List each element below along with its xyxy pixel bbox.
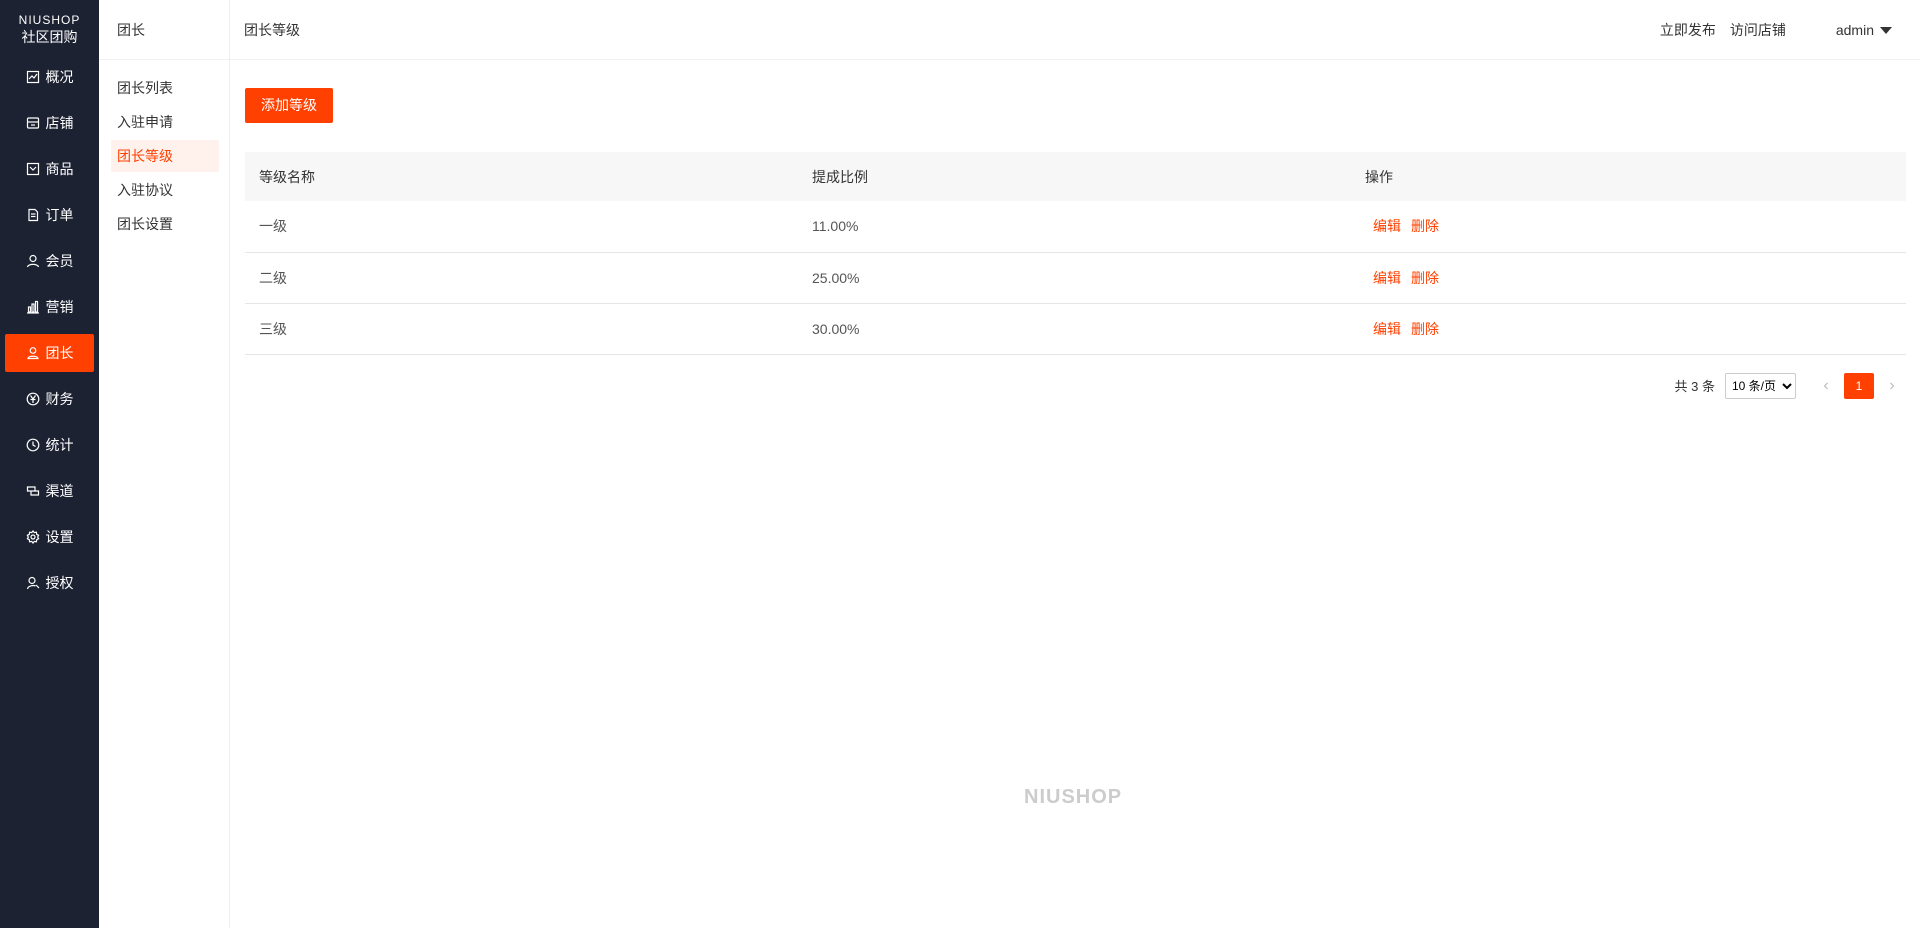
submenu-title: 团长 xyxy=(99,0,229,60)
user-name: admin xyxy=(1835,22,1874,38)
main-nav: NIUSHOP 社区团购 概况 店铺 商品 订单 会员 营销 团长 财务 统计 … xyxy=(0,0,99,928)
edit-link[interactable]: 编辑 xyxy=(1373,218,1401,234)
level-table: 等级名称 提成比例 操作 一级 11.00% 编辑 删除 二级 25.00% 编辑… xyxy=(245,152,1906,355)
delete-link[interactable]: 删除 xyxy=(1411,218,1439,234)
actions-cell: 编辑 删除 xyxy=(1351,201,1906,252)
nav-item-label: 会员 xyxy=(45,253,74,269)
brand-logo: NIUSHOP 社区团购 xyxy=(0,0,99,54)
level-name-cell: 三级 xyxy=(259,320,287,337)
nav-item-leader[interactable]: 团长 xyxy=(5,334,94,372)
publish-link[interactable]: 立即发布 xyxy=(1660,20,1716,40)
brand-subtitle: 社区团购 xyxy=(21,29,78,45)
nav-item-shop[interactable]: 店铺 xyxy=(5,104,94,142)
actions-cell: 编辑 删除 xyxy=(1351,252,1906,303)
caret-down-icon xyxy=(1880,26,1892,34)
key-user-icon xyxy=(26,576,40,590)
ratio-cell: 30.00% xyxy=(812,320,860,337)
total-count: 共 3 条 xyxy=(1674,379,1715,394)
clock-icon xyxy=(26,438,40,452)
column-header-actions: 操作 xyxy=(1365,168,1393,185)
breadcrumb: 团长等级 xyxy=(244,22,300,38)
nav-item-label: 统计 xyxy=(45,437,74,453)
nav-item-label: 设置 xyxy=(45,529,74,545)
nav-item-goods[interactable]: 商品 xyxy=(5,150,94,188)
submenu-list: 团长列表 入驻申请 团长等级 入驻协议 团长设置 xyxy=(99,60,229,240)
bar-chart-icon xyxy=(26,300,40,314)
edit-link[interactable]: 编辑 xyxy=(1373,321,1401,337)
brand-name: NIUSHOP xyxy=(18,13,81,27)
nav-item-label: 概况 xyxy=(45,69,74,85)
nav-item-member[interactable]: 会员 xyxy=(5,242,94,280)
user-menu[interactable]: admin xyxy=(1836,22,1892,38)
nav-list: 概况 店铺 商品 订单 会员 营销 团长 财务 统计 渠道 设置 授权 xyxy=(0,58,99,602)
nav-item-stats[interactable]: 统计 xyxy=(5,426,94,464)
order-icon xyxy=(26,208,40,222)
top-header: 团长等级 立即发布 访问店铺 admin xyxy=(230,0,1920,60)
table-header-row: 等级名称 提成比例 操作 xyxy=(245,152,1906,201)
nav-item-label: 渠道 xyxy=(45,483,74,499)
table-row: 一级 11.00% 编辑 删除 xyxy=(245,201,1906,252)
delete-link[interactable]: 删除 xyxy=(1411,270,1439,286)
column-header-name: 等级名称 xyxy=(259,168,315,185)
submenu-item-agreement[interactable]: 入驻协议 xyxy=(111,174,219,206)
next-page-icon[interactable]: › xyxy=(1878,373,1906,399)
nav-item-settings[interactable]: 设置 xyxy=(5,518,94,556)
page-size-select[interactable]: 10 条/页 xyxy=(1725,372,1796,399)
submenu-item-leader-list[interactable]: 团长列表 xyxy=(111,72,219,104)
prev-page-icon[interactable]: ‹ xyxy=(1812,373,1840,399)
channel-icon xyxy=(26,484,40,498)
footer-logo: NIUSHOP xyxy=(1024,786,1123,808)
submenu-item-apply[interactable]: 入驻申请 xyxy=(111,106,219,138)
level-name-cell: 二级 xyxy=(259,269,287,286)
ratio-cell: 25.00% xyxy=(812,269,860,286)
nav-item-channel[interactable]: 渠道 xyxy=(5,472,94,510)
nav-item-overview[interactable]: 概况 xyxy=(5,58,94,96)
nav-item-marketing[interactable]: 营销 xyxy=(5,288,94,326)
actions-cell: 编辑 删除 xyxy=(1351,303,1906,354)
nav-item-label: 财务 xyxy=(45,391,74,407)
submenu-item-settings[interactable]: 团长设置 xyxy=(111,208,219,240)
header-actions: 立即发布 访问店铺 admin xyxy=(1646,0,1892,60)
add-level-button[interactable]: 添加等级 xyxy=(245,88,333,123)
nav-item-finance[interactable]: 财务 xyxy=(5,380,94,418)
nav-item-label: 团长 xyxy=(45,345,74,361)
ratio-cell: 11.00% xyxy=(812,218,859,235)
nav-item-label: 店铺 xyxy=(45,115,74,131)
visit-store-link[interactable]: 访问店铺 xyxy=(1730,20,1786,40)
column-header-ratio: 提成比例 xyxy=(812,168,868,185)
chart-line-icon xyxy=(26,70,40,84)
table-row: 三级 30.00% 编辑 删除 xyxy=(245,303,1906,354)
goods-icon xyxy=(26,162,40,176)
nav-item-label: 营销 xyxy=(45,299,74,315)
yen-icon xyxy=(26,392,40,406)
level-name-cell: 一级 xyxy=(259,218,287,235)
person-icon xyxy=(26,346,40,360)
shop-icon xyxy=(26,116,40,130)
nav-item-label: 商品 xyxy=(45,161,74,177)
main-content: 添加等级 等级名称 提成比例 操作 一级 11.00% 编辑 删除 二级 25.0… xyxy=(245,88,1906,399)
nav-item-order[interactable]: 订单 xyxy=(5,196,94,234)
nav-item-label: 授权 xyxy=(45,575,74,591)
nav-item-label: 订单 xyxy=(45,207,74,223)
submenu: 团长 团长列表 入驻申请 团长等级 入驻协议 团长设置 xyxy=(99,0,230,928)
user-icon xyxy=(26,254,40,268)
gear-icon xyxy=(26,530,40,544)
delete-link[interactable]: 删除 xyxy=(1411,321,1439,337)
nav-item-auth[interactable]: 授权 xyxy=(5,564,94,602)
submenu-item-level[interactable]: 团长等级 xyxy=(111,140,219,172)
pagination: 共 3 条 10 条/页 ‹ 1 › xyxy=(245,372,1906,399)
page-number[interactable]: 1 xyxy=(1844,372,1874,399)
table-row: 二级 25.00% 编辑 删除 xyxy=(245,252,1906,303)
edit-link[interactable]: 编辑 xyxy=(1373,270,1401,286)
